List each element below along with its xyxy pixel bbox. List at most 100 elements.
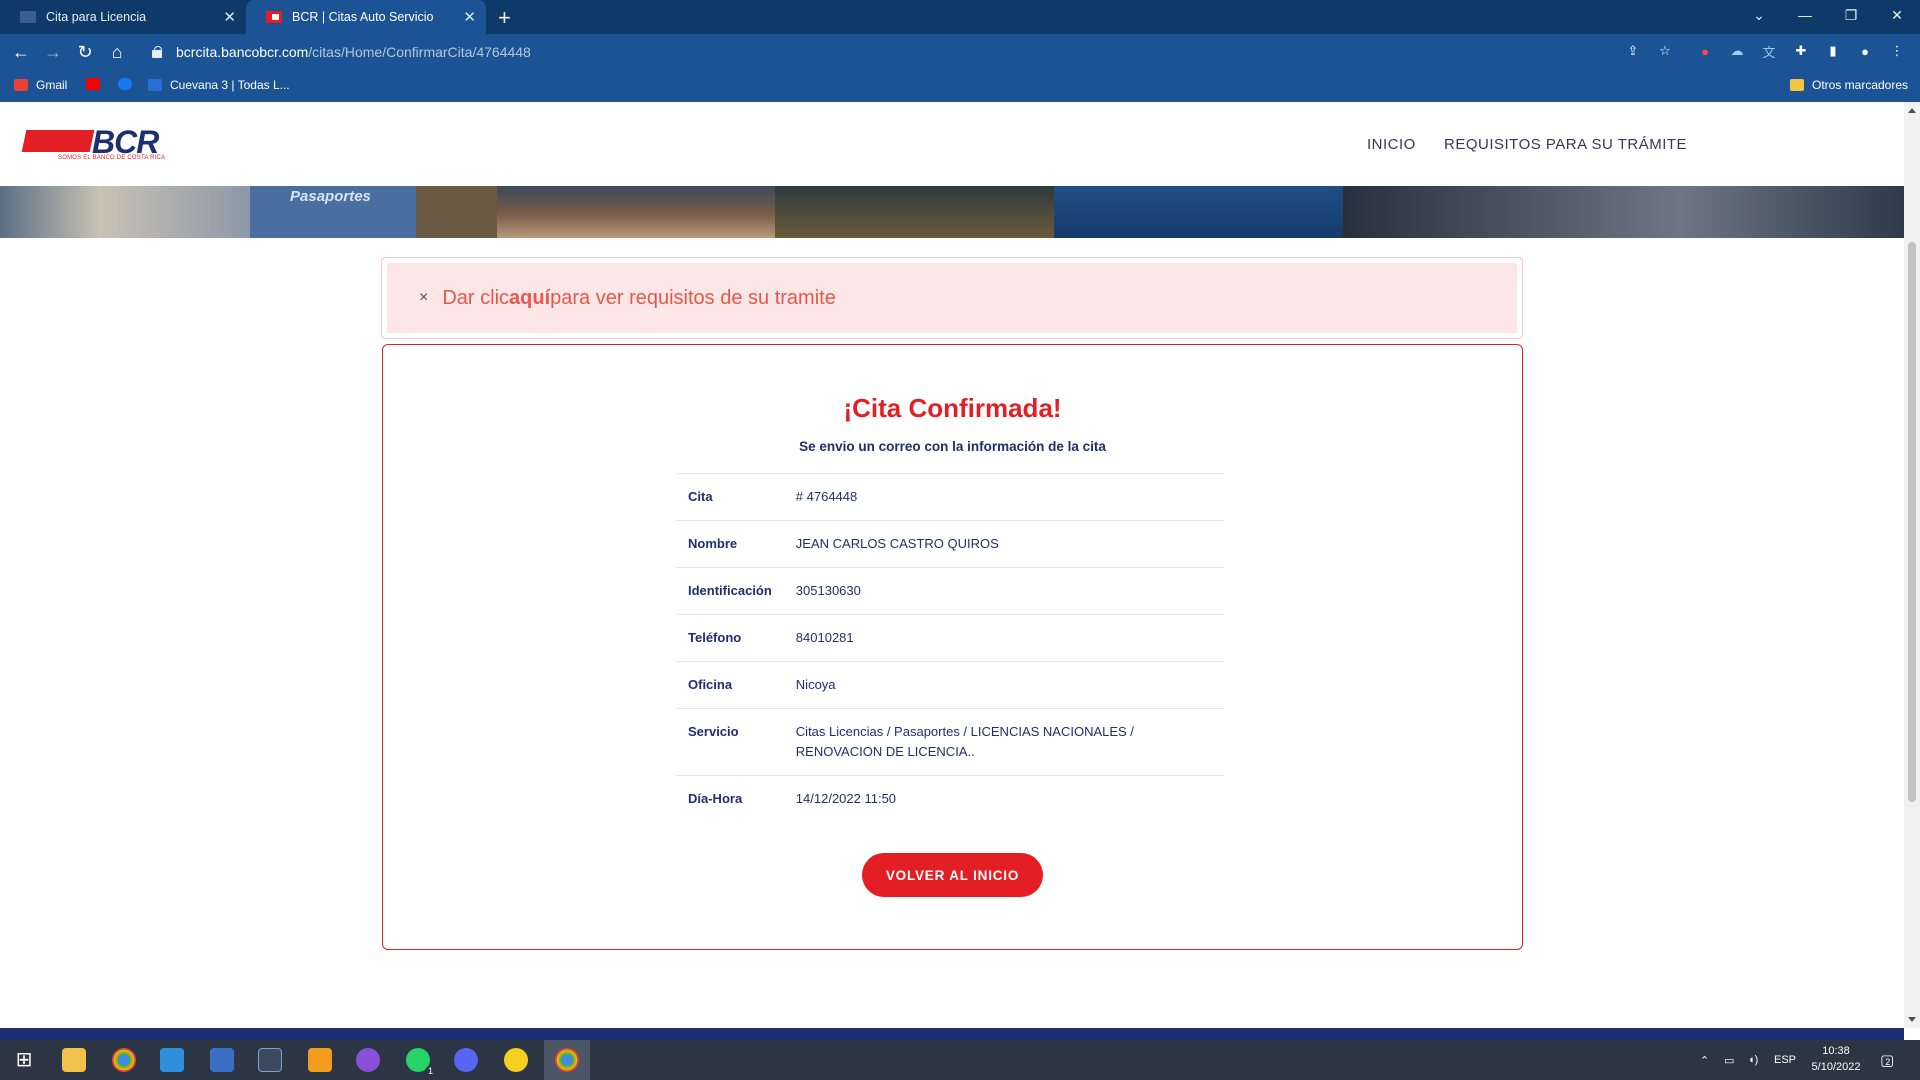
detail-value: 14/12/2022 11:50 — [795, 791, 897, 806]
reload-icon[interactable]: ↻ — [72, 40, 98, 64]
tab-bcr-citas[interactable]: BCR | Citas Auto Servicio ✕ — [246, 0, 486, 34]
scroll-up-icon[interactable] — [1908, 108, 1916, 113]
volume-icon[interactable]: ◖) — [1748, 1040, 1758, 1080]
restore-icon[interactable]: ❐ — [1828, 0, 1874, 30]
bookmarks-bar: Gmail Cuevana 3 | Todas L... Otros marca… — [0, 70, 1920, 102]
bookmark-label: Gmail — [36, 78, 68, 92]
alert-close-icon[interactable]: × — [419, 289, 428, 307]
other-bookmarks-folder[interactable]: Otros marcadores — [1790, 78, 1908, 92]
language-indicator[interactable]: ESP — [1774, 1040, 1796, 1080]
detail-value: 84010281 — [795, 630, 854, 645]
side-panel-icon[interactable]: ▮ — [1824, 42, 1842, 60]
powershell-icon[interactable] — [210, 1048, 234, 1072]
windows-taskbar: ⊞ 1 ⌃ ▭ ◖) ESP 10:38 5/10/2022 ▢ 2 — [0, 1040, 1920, 1080]
clock-time: 10:38 — [1822, 1045, 1850, 1057]
address-bar[interactable]: bcrcita.bancobcr.com/citas/Home/Confirma… — [138, 38, 1678, 66]
page-scrollbar[interactable] — [1904, 102, 1920, 1028]
detail-value: Citas Licencias / Pasaportes / LICENCIAS… — [795, 724, 1134, 759]
scrollbar-thumb[interactable] — [1908, 242, 1916, 802]
nav-requisitos[interactable]: REQUISITOS PARA SU TRÁMITE — [1444, 136, 1687, 153]
share-icon[interactable]: ⇪ — [1624, 42, 1642, 60]
system-clock[interactable]: 10:38 5/10/2022 — [1806, 1043, 1866, 1075]
ssms-icon[interactable] — [258, 1048, 282, 1072]
bookmark-facebook[interactable] — [118, 78, 140, 90]
network-icon[interactable]: ▭ — [1724, 1040, 1734, 1080]
url-path: /citas/Home/ConfirmarCita/4764448 — [308, 44, 531, 60]
whatsapp-badge: 1 — [424, 1066, 436, 1076]
detail-label: Oficina — [688, 677, 733, 692]
bcr-favicon-icon — [266, 11, 282, 23]
confirmation-title: ¡Cita Confirmada! — [843, 393, 1062, 423]
close-window-icon[interactable]: ✕ — [1874, 0, 1920, 30]
banner-label: Pasaportes — [290, 188, 371, 205]
bookmark-cuevana[interactable]: Cuevana 3 | Todas L... — [148, 78, 290, 92]
bcr-logo[interactable]: BCR SOMOS EL BANCO DE COSTA RICA — [21, 124, 165, 164]
close-tab-icon[interactable]: ✕ — [223, 8, 236, 26]
tab-cita-para-licencia[interactable]: Cita para Licencia ✕ — [0, 0, 246, 34]
table-row: Cita # 4764448 — [676, 473, 1224, 521]
banner-photo — [416, 186, 497, 238]
notifications-icon[interactable]: ▢ 2 — [1880, 1040, 1894, 1080]
detail-label: Teléfono — [688, 630, 742, 645]
hero-banner: Pasaportes — [0, 186, 1904, 238]
tab-search-icon[interactable]: ⌄ — [1736, 0, 1782, 30]
chrome-active-icon[interactable] — [555, 1048, 579, 1072]
alert-prefix: Dar clic — [442, 286, 510, 309]
detail-label: Cita — [688, 489, 713, 504]
facebook-icon — [118, 78, 132, 90]
extension-adblock-icon[interactable]: ● — [1696, 42, 1714, 60]
alert-link[interactable]: aquí — [509, 287, 550, 310]
windows-start-icon[interactable]: ⊞ — [12, 1048, 36, 1072]
bcr-favicon-icon — [20, 11, 36, 23]
bookmark-gmail[interactable]: Gmail — [14, 78, 67, 92]
detail-label: Servicio — [688, 724, 739, 739]
vscode-icon[interactable] — [160, 1048, 184, 1072]
whatsapp-icon[interactable]: 1 — [406, 1048, 436, 1076]
tab-title: BCR | Citas Auto Servicio — [292, 10, 434, 24]
logo-tagline: SOMOS EL BANCO DE COSTA RICA — [58, 155, 166, 161]
new-tab-icon[interactable]: + — [498, 5, 511, 31]
banner-photo — [0, 186, 250, 238]
table-row: Día-Hora 14/12/2022 11:50 — [676, 775, 1224, 823]
folder-icon — [1790, 79, 1804, 91]
banner-photo — [1054, 186, 1343, 238]
file-explorer-icon[interactable] — [62, 1048, 86, 1072]
more-menu-icon[interactable]: ⋮ — [1888, 42, 1906, 60]
banner-photo: Pasaportes — [250, 186, 416, 238]
discord-icon[interactable] — [454, 1048, 478, 1072]
profile-avatar-icon[interactable]: ● — [1856, 42, 1874, 60]
github-desktop-icon[interactable] — [356, 1048, 380, 1072]
postman-like-icon[interactable] — [308, 1048, 332, 1072]
confirmation-subtitle: Se envio un correo con la información de… — [799, 439, 1106, 454]
detail-value: 305130630 — [795, 583, 861, 598]
table-row: Identificación 305130630 — [676, 567, 1224, 615]
extension-translate-icon[interactable]: 文 — [1760, 42, 1778, 60]
back-arrow-icon[interactable]: ← — [8, 40, 34, 64]
extensions-puzzle-icon[interactable]: ✚ — [1792, 42, 1810, 60]
page-viewport: BCR SOMOS EL BANCO DE COSTA RICA INICIO … — [0, 102, 1904, 1028]
norton-icon[interactable] — [504, 1048, 528, 1072]
clock-date: 5/10/2022 — [1811, 1061, 1861, 1073]
close-tab-icon[interactable]: ✕ — [463, 8, 476, 26]
bookmark-youtube[interactable] — [86, 78, 108, 90]
bookmark-star-icon[interactable]: ☆ — [1656, 42, 1674, 60]
browser-tab-bar: Cita para Licencia ✕ BCR | Citas Auto Se… — [0, 0, 1920, 34]
banner-photo — [775, 186, 1054, 238]
scroll-down-icon[interactable] — [1908, 1017, 1916, 1022]
minimize-icon[interactable]: — — [1782, 0, 1828, 30]
site-header: BCR SOMOS EL BANCO DE COSTA RICA INICIO … — [0, 102, 1904, 186]
table-row: Nombre JEAN CARLOS CASTRO QUIROS — [676, 520, 1224, 568]
chrome-icon[interactable] — [112, 1048, 136, 1072]
banner-photo — [1343, 186, 1904, 238]
detail-value: # 4764448 — [795, 489, 858, 504]
nav-inicio[interactable]: INICIO — [1367, 136, 1416, 153]
show-hidden-icons-icon[interactable]: ⌃ — [1700, 1040, 1709, 1080]
youtube-icon — [86, 78, 100, 90]
forward-arrow-icon[interactable]: → — [40, 40, 66, 64]
home-icon[interactable]: ⌂ — [104, 40, 130, 64]
lock-icon — [152, 46, 162, 58]
back-to-home-button[interactable]: VOLVER AL INICIO — [862, 853, 1043, 897]
extension-cloud-icon[interactable]: ☁ — [1728, 42, 1746, 60]
detail-label: Nombre — [688, 536, 738, 551]
alert-body: × Dar clic aquí para ver requisitos de s… — [387, 263, 1517, 333]
